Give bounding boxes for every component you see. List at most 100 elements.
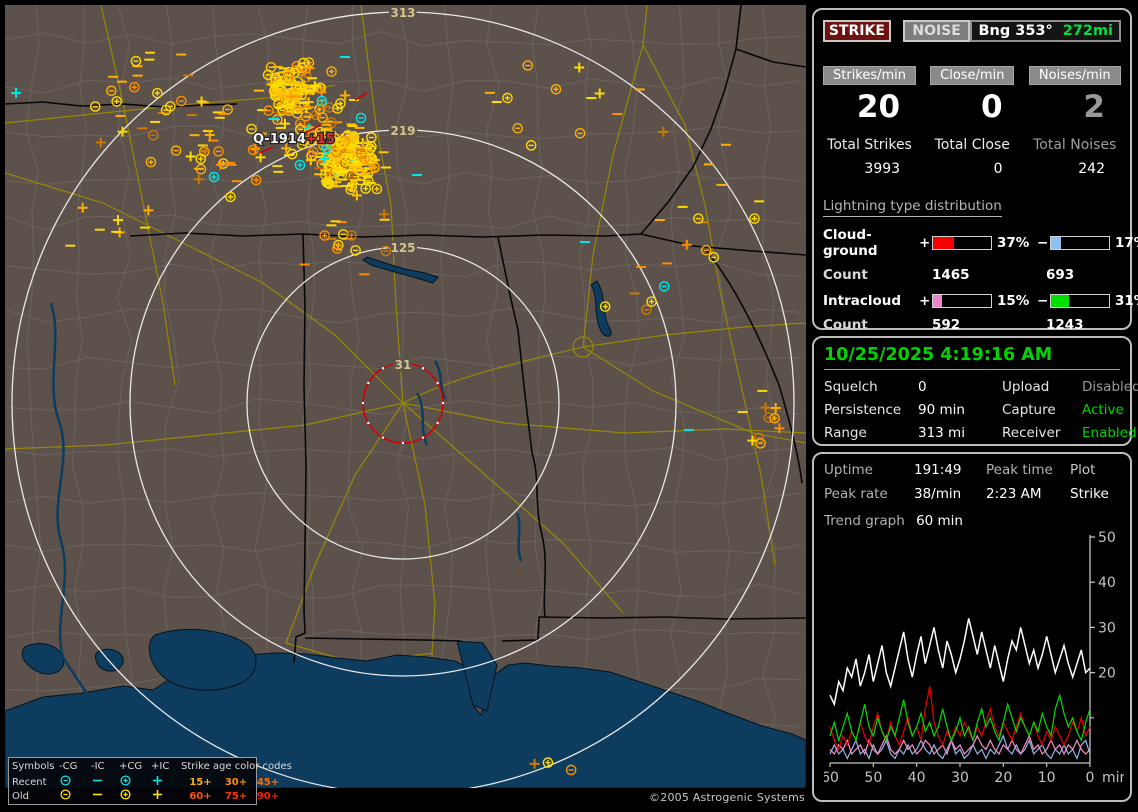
close-per-min-chip: Close/min — [930, 66, 1015, 85]
bearing-value: Bng 353° — [978, 23, 1053, 39]
ic-plus-pct: 15% — [997, 293, 1030, 309]
cg-minus-count: 693 — [1046, 267, 1075, 283]
minus-sign: − — [1037, 235, 1049, 251]
uptime-value: 191:49 — [914, 462, 962, 478]
persistence-label: Persistence — [824, 402, 902, 418]
plus-sign: + — [919, 293, 931, 309]
cg-plus-bar — [932, 236, 992, 250]
close-per-min-value: 0 — [980, 89, 1003, 125]
legend-old-label: Old — [12, 791, 29, 802]
svg-text:20: 20 — [994, 770, 1012, 786]
legend-recent-row: Recent 15+ 30+ 45+ — [12, 774, 279, 788]
app-window: 313 219 125 31 Q-1914+15 Symbols -CG -IC +CG… — [0, 0, 1138, 812]
distribution-title: Lightning type distribution — [823, 198, 1002, 217]
cg-plus-pct: 37% — [997, 235, 1030, 251]
strikes-per-min-value: 20 — [856, 89, 901, 125]
upload-label: Upload — [1002, 379, 1050, 395]
svg-text:60: 60 — [824, 770, 839, 786]
trend-graph: 50 40 30 20 60 50 40 30 20 10 0 min — [824, 531, 1124, 786]
capture-label: Capture — [1002, 402, 1056, 418]
count-label: Count — [823, 267, 868, 283]
cloud-ground-count-row: Count 1465 693 — [823, 267, 1121, 283]
cloud-ground-row: Cloud-ground + 37% − 17% — [823, 227, 1138, 259]
persistence-value: 90 min — [918, 402, 965, 418]
age-code-45: 45+ — [256, 777, 280, 788]
minus-icon — [91, 788, 119, 806]
legend-header-row: Symbols -CG -IC +CG +IC Strike age color… — [12, 760, 292, 774]
ic-plus-bar — [932, 294, 992, 308]
trend-graph-label: Trend graph — [824, 513, 905, 529]
legend-col-pcg: +CG — [119, 761, 143, 772]
map-legend: Symbols -CG -IC +CG +IC Strike age color… — [8, 757, 292, 805]
cg-plus-count: 1465 — [932, 267, 970, 283]
svg-text:40: 40 — [1098, 575, 1116, 591]
intracloud-row: Intracloud + 15% − 31% — [823, 293, 1138, 309]
circle-plus-icon — [119, 788, 151, 806]
trend-graph-row: Trend graph 60 min — [824, 513, 1120, 529]
rate-grid: Strikes/min Close/min Noises/min 20 0 2 … — [823, 66, 1121, 177]
cg-minus-bar — [1050, 236, 1110, 250]
plot-mode-value: Strike — [1070, 486, 1109, 502]
trend-panel: Uptime 191:49 Peak time Plot Peak rate 3… — [812, 452, 1132, 802]
age-code-75: 75+ — [224, 791, 248, 802]
total-noises-label: Total Noises — [1033, 137, 1117, 153]
copyright-text: ©2005 Astrogenic Systems — [649, 791, 805, 804]
svg-text:20: 20 — [1098, 666, 1116, 682]
circle-minus-icon — [59, 788, 91, 806]
status-panel: 10/25/2025 4:19:16 AM Squelch 0 Upload D… — [812, 336, 1138, 446]
total-close-value: 0 — [993, 161, 1003, 177]
legend-col-ncg: -CG — [59, 761, 78, 772]
lightning-map[interactable]: 313 219 125 31 Q-1914+15 — [5, 5, 806, 788]
cg-minus-pct: 17% — [1115, 235, 1138, 251]
noise-mode-button[interactable]: NOISE — [902, 20, 971, 42]
strike-mode-button[interactable]: STRIKE — [823, 20, 891, 42]
age-code-60: 60+ — [189, 791, 212, 802]
range-label: Range — [824, 425, 867, 441]
svg-text:min: min — [1102, 770, 1124, 786]
map-canvas: 313 219 125 31 Q-1914+15 — [5, 5, 806, 788]
receiver-label: Receiver — [1002, 425, 1061, 441]
divider — [824, 369, 1120, 370]
squelch-value: 0 — [918, 379, 927, 395]
legend-old-row: Old 60+ 75+ 90+ — [12, 788, 279, 802]
count-label: Count — [823, 317, 868, 333]
bearing-distance: 272mi — [1062, 23, 1114, 39]
total-strikes-value: 3993 — [864, 161, 901, 177]
age-code-90: 90+ — [256, 791, 280, 802]
svg-text:10: 10 — [1038, 770, 1056, 786]
ic-minus-count: 1243 — [1046, 317, 1084, 333]
ic-plus-count: 592 — [932, 317, 961, 333]
noises-per-min-chip: Noises/min — [1028, 66, 1121, 85]
ic-minus-bar — [1050, 294, 1110, 308]
svg-text:Q-1914+15: Q-1914+15 — [253, 132, 335, 147]
age-code-15: 15+ — [189, 777, 212, 788]
trend-window-value: 60 min — [916, 513, 963, 529]
total-strikes-label: Total Strikes — [827, 137, 912, 153]
uptime-label: Uptime — [824, 462, 873, 478]
minus-sign: − — [1037, 293, 1049, 309]
ic-minus-pct: 31% — [1115, 293, 1138, 309]
svg-text:50: 50 — [864, 770, 882, 786]
peak-time-label: Peak time — [986, 462, 1053, 478]
legend-recent-label: Recent — [12, 777, 47, 788]
legend-symbols-header: Symbols — [12, 761, 55, 772]
peak-rate-label: Peak rate — [824, 486, 888, 502]
stats-grid: Uptime 191:49 Peak time Plot Peak rate 3… — [824, 462, 1120, 502]
total-close-label: Total Close — [934, 137, 1010, 153]
intracloud-count-row: Count 592 1243 — [823, 317, 1121, 333]
peak-time-value: 2:23 AM — [986, 486, 1042, 502]
age-code-30: 30+ — [224, 777, 248, 788]
strike-stats-panel: STRIKE NOISE Bng 353° 272mi Strikes/min … — [812, 8, 1138, 333]
svg-text:30: 30 — [951, 770, 969, 786]
svg-text:50: 50 — [1098, 531, 1116, 546]
datetime-display: 10/25/2025 4:19:16 AM — [824, 345, 1053, 365]
svg-text:0: 0 — [1086, 770, 1095, 786]
bearing-display: Bng 353° 272mi — [970, 20, 1122, 42]
plot-label: Plot — [1070, 462, 1096, 478]
svg-text:219: 219 — [390, 124, 415, 138]
svg-text:313: 313 — [390, 6, 415, 20]
svg-text:125: 125 — [390, 241, 415, 255]
legend-col-nic: -IC — [91, 761, 105, 772]
noises-per-min-value: 2 — [1083, 89, 1105, 125]
range-value: 313 mi — [918, 425, 965, 441]
